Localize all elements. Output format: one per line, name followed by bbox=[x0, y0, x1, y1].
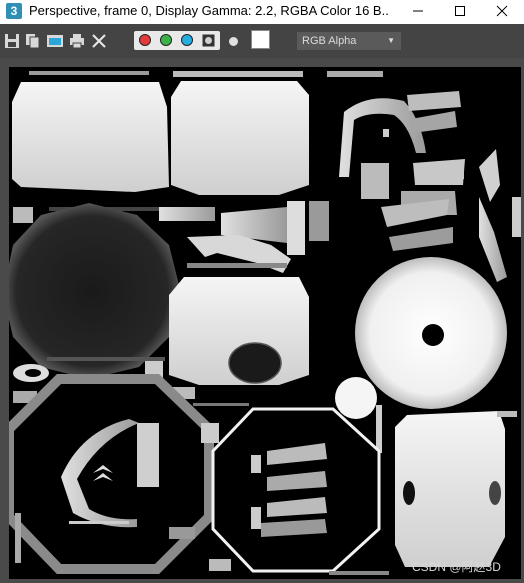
red-channel-button[interactable] bbox=[137, 33, 153, 48]
alpha-channel-icon bbox=[202, 34, 215, 47]
clear-button[interactable] bbox=[91, 33, 107, 49]
clone-icon bbox=[47, 35, 63, 47]
blue-channel-icon bbox=[181, 34, 193, 46]
channel-display-select[interactable]: RGB Alpha ▼ bbox=[297, 32, 401, 50]
app-icon[interactable]: 3 bbox=[6, 3, 22, 19]
close-icon bbox=[496, 5, 508, 17]
copy-icon bbox=[26, 34, 40, 49]
maximize-icon bbox=[455, 6, 465, 16]
print-icon bbox=[70, 34, 84, 49]
clone-button[interactable] bbox=[46, 33, 63, 49]
monochrome-button[interactable] bbox=[229, 37, 238, 46]
close-button[interactable] bbox=[482, 0, 522, 22]
alpha-channel-button[interactable] bbox=[201, 33, 217, 48]
minimize-button[interactable] bbox=[398, 0, 438, 22]
channel-select-value: RGB Alpha bbox=[302, 35, 357, 47]
green-channel-icon bbox=[160, 34, 172, 46]
chevron-down-icon: ▼ bbox=[387, 36, 395, 45]
red-channel-icon bbox=[139, 34, 151, 46]
color-swatch[interactable] bbox=[251, 30, 270, 49]
save-icon bbox=[5, 34, 19, 48]
print-button[interactable] bbox=[69, 33, 85, 49]
clear-icon bbox=[92, 34, 106, 48]
render-canvas[interactable] bbox=[9, 67, 521, 579]
watermark: CSDN @阿赵3D bbox=[412, 560, 501, 574]
minimize-icon bbox=[413, 10, 423, 12]
title-bar: 3 Perspective, frame 0, Display Gamma: 2… bbox=[0, 0, 524, 24]
channel-toggle-group bbox=[134, 31, 220, 50]
blue-channel-button[interactable] bbox=[179, 33, 195, 48]
copy-button[interactable] bbox=[25, 33, 41, 49]
window-title: Perspective, frame 0, Display Gamma: 2.2… bbox=[29, 3, 389, 18]
green-channel-button[interactable] bbox=[158, 33, 174, 48]
maximize-button[interactable] bbox=[440, 0, 480, 22]
uv-texture-render bbox=[9, 71, 521, 575]
save-button[interactable] bbox=[4, 33, 20, 49]
